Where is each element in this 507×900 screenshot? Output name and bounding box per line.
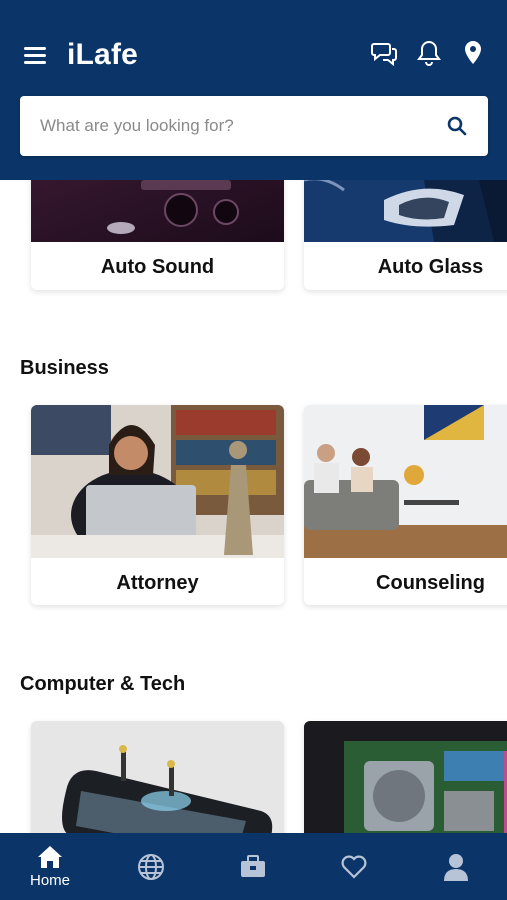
home-icon bbox=[38, 845, 62, 868]
bell-icon[interactable] bbox=[414, 38, 444, 68]
counseling-room-photo bbox=[304, 405, 507, 558]
app-screen: Auto Sound Auto Glass Business Attorney … bbox=[0, 0, 507, 900]
section-title-computer-tech: Computer & Tech bbox=[20, 673, 186, 695]
location-pin-icon[interactable] bbox=[458, 38, 488, 68]
search-input[interactable] bbox=[40, 96, 430, 156]
chat-bubbles-icon[interactable] bbox=[370, 38, 400, 68]
profile-icon bbox=[444, 853, 468, 881]
section-title-business: Business bbox=[20, 357, 109, 379]
nav-explore[interactable] bbox=[111, 833, 191, 900]
attorney-office-photo bbox=[31, 405, 284, 558]
bottom-navigation: Home bbox=[0, 833, 507, 900]
search-bar bbox=[20, 96, 488, 156]
nav-favorites[interactable] bbox=[314, 833, 394, 900]
nav-profile[interactable] bbox=[416, 833, 496, 900]
hamburger-menu-icon[interactable] bbox=[24, 44, 48, 66]
nav-home-label: Home bbox=[29, 871, 70, 889]
category-label: Auto Sound bbox=[100, 256, 215, 278]
category-label: Attorney bbox=[116, 572, 199, 594]
app-title: iLafe bbox=[67, 38, 139, 71]
category-card-attorney[interactable]: Attorney bbox=[31, 405, 284, 605]
nav-home[interactable]: Home bbox=[10, 833, 90, 900]
search-icon[interactable] bbox=[446, 115, 468, 137]
category-label: Auto Glass bbox=[377, 256, 484, 278]
category-label: Counseling bbox=[376, 572, 485, 594]
category-card-counseling[interactable]: Counseling bbox=[304, 405, 507, 605]
briefcase-icon bbox=[241, 854, 265, 877]
heart-icon bbox=[341, 855, 367, 879]
top-app-bar: iLafe bbox=[0, 0, 507, 180]
globe-icon bbox=[138, 853, 164, 880]
nav-business[interactable] bbox=[213, 833, 293, 900]
